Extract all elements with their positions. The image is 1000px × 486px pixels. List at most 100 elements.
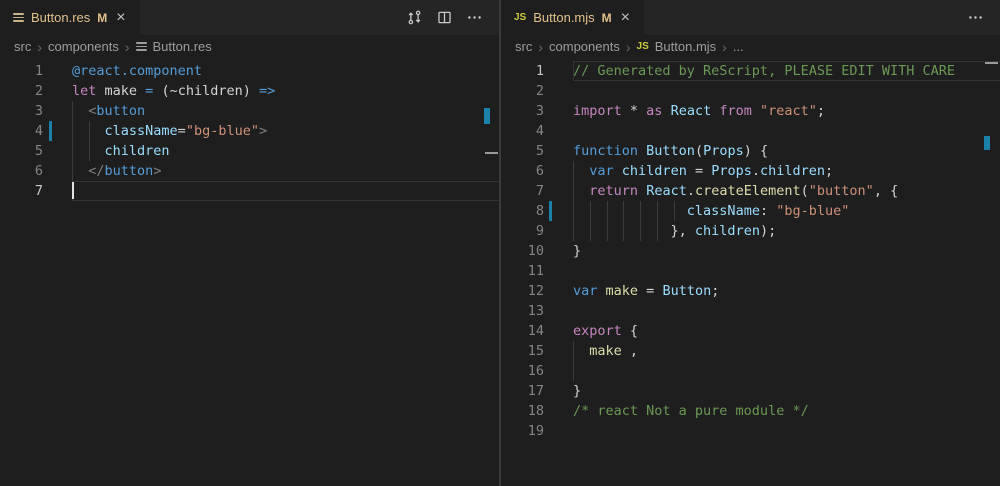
line-number[interactable]: 6: [501, 161, 573, 181]
line-number[interactable]: 17: [501, 381, 573, 401]
breadcrumb-item-components[interactable]: components: [549, 39, 620, 54]
line-number[interactable]: 7: [0, 181, 72, 201]
code-line-text: function Button(Props) {: [573, 141, 1000, 161]
code-line-text: make ,: [573, 341, 1000, 361]
git-modified-gutter-marker: [549, 201, 552, 221]
more-actions-icon[interactable]: [967, 9, 984, 26]
code-line[interactable]: 1// Generated by ReScript, PLEASE EDIT W…: [501, 61, 1000, 81]
split-editor-icon[interactable]: [436, 9, 453, 26]
code-line[interactable]: 18/* react Not a pure module */: [501, 401, 1000, 421]
line-number[interactable]: 1: [0, 61, 72, 81]
line-number[interactable]: 4: [501, 121, 573, 141]
line-number[interactable]: 3: [501, 101, 573, 121]
line-number[interactable]: 14: [501, 321, 573, 341]
text-cursor: [72, 182, 74, 199]
line-number[interactable]: 11: [501, 261, 573, 281]
line-number[interactable]: 8: [501, 201, 573, 221]
indent-guide: [590, 201, 591, 241]
close-icon[interactable]: ×: [114, 10, 127, 26]
breadcrumb-item-src[interactable]: src: [515, 39, 532, 54]
git-modified-gutter-marker: [49, 121, 52, 141]
line-number[interactable]: 12: [501, 281, 573, 301]
breadcrumb: src›components›Button.res: [0, 35, 499, 58]
chevron-right-icon: ›: [722, 41, 727, 53]
line-number[interactable]: 2: [501, 81, 573, 101]
line-number[interactable]: 4: [0, 121, 72, 141]
code-line[interactable]: 2let make = (~children) =>: [0, 81, 499, 101]
breadcrumb-item-file[interactable]: Button.mjs: [655, 39, 716, 54]
line-number[interactable]: 1: [501, 61, 573, 81]
code-line-text: </button>: [72, 161, 499, 181]
indent-guide: [72, 101, 73, 181]
tab-strip-empty: [140, 0, 406, 35]
code-line-text: }, children);: [573, 221, 1000, 241]
breadcrumb-item-symbols[interactable]: ...: [733, 39, 744, 54]
chevron-right-icon: ›: [37, 41, 42, 53]
editor-button-res[interactable]: 1@react.component2let make = (~children)…: [0, 58, 499, 486]
line-number[interactable]: 16: [501, 361, 573, 381]
code-line[interactable]: 10}: [501, 241, 1000, 261]
line-number[interactable]: 2: [0, 81, 72, 101]
code-line[interactable]: 6 </button>: [0, 161, 499, 181]
breadcrumb-item-file[interactable]: Button.res: [153, 39, 212, 54]
code-line-text: children: [72, 141, 499, 161]
line-number[interactable]: 19: [501, 421, 573, 441]
code-line[interactable]: 5 children: [0, 141, 499, 161]
overview-ruler[interactable]: [984, 58, 1000, 486]
code-line[interactable]: 4 className="bg-blue">: [0, 121, 499, 141]
code-line[interactable]: 7: [0, 181, 499, 201]
code-line[interactable]: 16: [501, 361, 1000, 381]
code-line-text: var children = Props.children;: [573, 161, 1000, 181]
code-line[interactable]: 11: [501, 261, 1000, 281]
line-number[interactable]: 10: [501, 241, 573, 261]
line-number[interactable]: 6: [0, 161, 72, 181]
line-number[interactable]: 7: [501, 181, 573, 201]
code-line[interactable]: 17}: [501, 381, 1000, 401]
tab-bar-right: JS Button.mjs M ×: [501, 0, 1000, 35]
code-line-text: export {: [573, 321, 1000, 341]
code-line-text: [573, 121, 1000, 141]
editor-actions-left: [406, 0, 499, 35]
line-number[interactable]: 15: [501, 341, 573, 361]
code-line[interactable]: 3import * as React from "react";: [501, 101, 1000, 121]
close-icon[interactable]: ×: [619, 10, 632, 26]
code-line-text: [72, 181, 499, 201]
overview-ruler-cursor-marker: [985, 62, 998, 64]
indent-guide: [640, 201, 641, 241]
file-lines-icon: [136, 40, 147, 54]
line-number[interactable]: 9: [501, 221, 573, 241]
editor-button-mjs[interactable]: 1// Generated by ReScript, PLEASE EDIT W…: [501, 58, 1000, 486]
line-number[interactable]: 5: [501, 141, 573, 161]
code-line-text: <button: [72, 101, 499, 121]
line-number[interactable]: 5: [0, 141, 72, 161]
code-line[interactable]: 1@react.component: [0, 61, 499, 81]
open-changes-icon[interactable]: [406, 9, 423, 26]
indent-guide: [657, 201, 658, 241]
code-line[interactable]: 9 }, children);: [501, 221, 1000, 241]
code-line[interactable]: 13: [501, 301, 1000, 321]
breadcrumb-item-components[interactable]: components: [48, 39, 119, 54]
code-line[interactable]: 19: [501, 421, 1000, 441]
code-line[interactable]: 7 return React.createElement("button", {: [501, 181, 1000, 201]
code-line[interactable]: 8 className: "bg-blue": [501, 201, 1000, 221]
code-line[interactable]: 4: [501, 121, 1000, 141]
overview-ruler-modified-marker: [484, 108, 490, 124]
code-line[interactable]: 5function Button(Props) {: [501, 141, 1000, 161]
code-line[interactable]: 2: [501, 81, 1000, 101]
line-number[interactable]: 18: [501, 401, 573, 421]
indent-guide: [623, 201, 624, 241]
code-line[interactable]: 14export {: [501, 321, 1000, 341]
code-line[interactable]: 15 make ,: [501, 341, 1000, 361]
line-number[interactable]: 3: [0, 101, 72, 121]
tab-button-res[interactable]: Button.res M ×: [0, 0, 140, 35]
tab-button-mjs[interactable]: JS Button.mjs M ×: [501, 0, 644, 35]
code-line[interactable]: 3 <button: [0, 101, 499, 121]
code-line-text: [573, 301, 1000, 321]
breadcrumb-item-src[interactable]: src: [14, 39, 31, 54]
line-number[interactable]: 13: [501, 301, 573, 321]
code-line[interactable]: 12var make = Button;: [501, 281, 1000, 301]
code-line-text: // Generated by ReScript, PLEASE EDIT WI…: [573, 61, 1000, 81]
code-line[interactable]: 6 var children = Props.children;: [501, 161, 1000, 181]
more-actions-icon[interactable]: [466, 9, 483, 26]
indent-guide: [573, 341, 574, 381]
